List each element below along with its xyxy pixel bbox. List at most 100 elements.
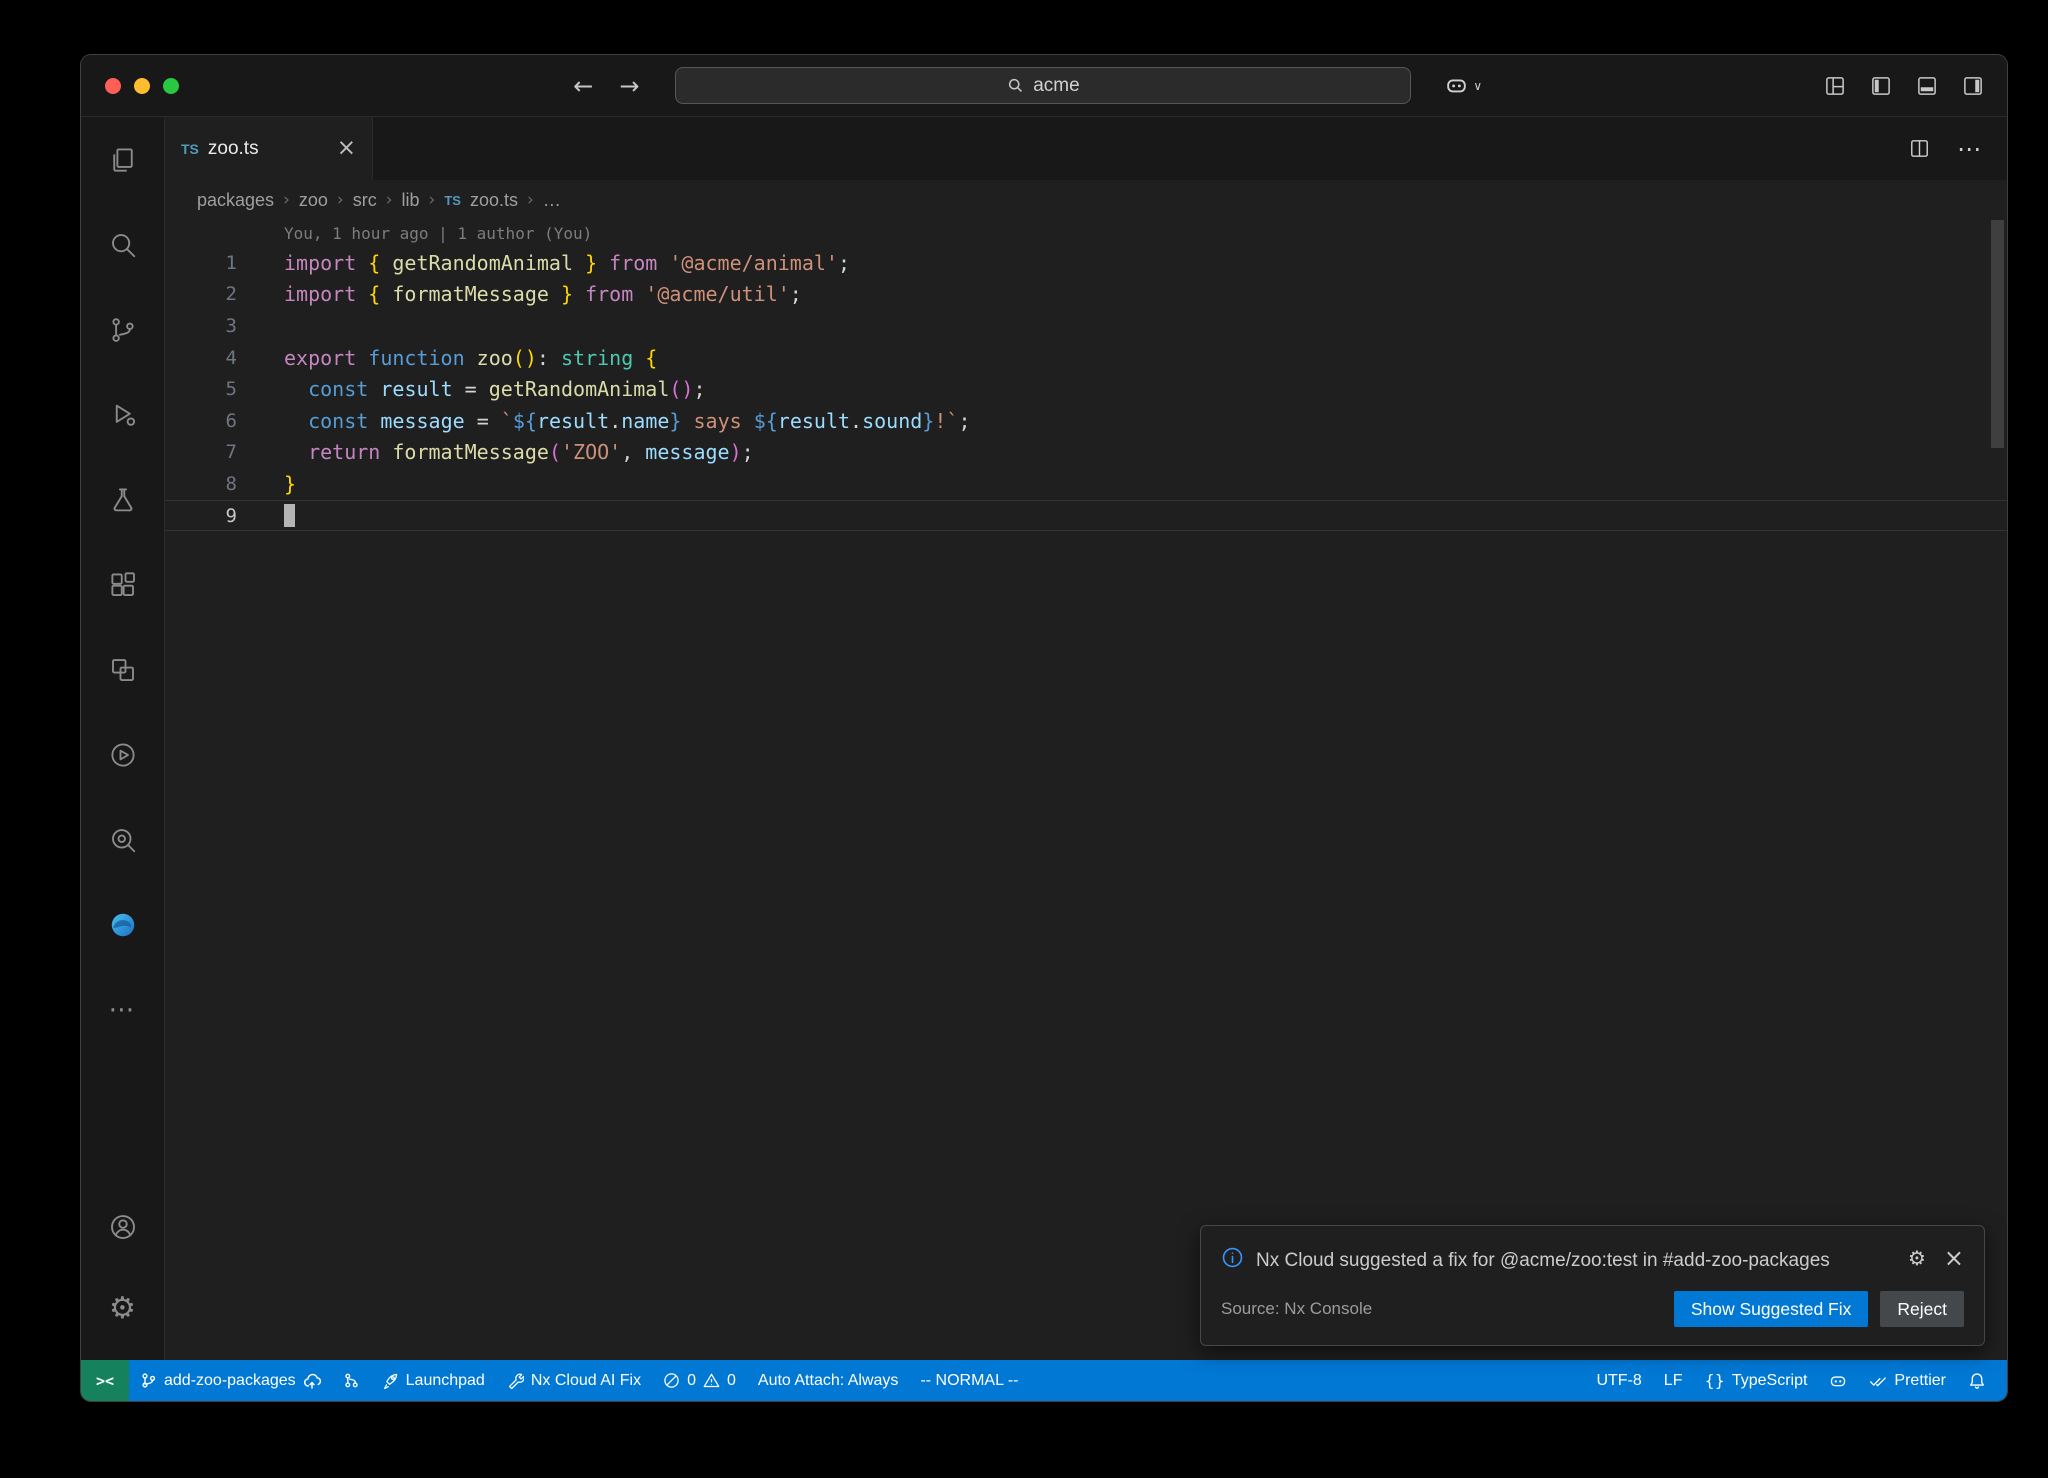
toggle-secondary-sidebar-icon[interactable] bbox=[1963, 76, 1983, 96]
code-line[interactable]: 6 const message = `${result.name} says $… bbox=[165, 405, 2007, 437]
activity-item-testing[interactable] bbox=[81, 457, 164, 542]
tab-label: zoo.ts bbox=[208, 138, 259, 160]
code-editor[interactable]: You, 1 hour ago | 1 author (You) 1import… bbox=[165, 220, 2007, 1360]
remote-icon: >< bbox=[96, 1372, 114, 1390]
tab-zoo-ts[interactable]: TS zoo.ts × bbox=[165, 117, 373, 180]
code-line[interactable]: 5 const result = getRandomAnimal(); bbox=[165, 373, 2007, 405]
source-control-icon bbox=[108, 315, 138, 345]
breadcrumb-item[interactable]: packages bbox=[197, 190, 274, 211]
nav-forward-icon[interactable]: → bbox=[619, 72, 639, 100]
remote-indicator[interactable]: >< bbox=[81, 1360, 129, 1401]
minimize-window-button[interactable] bbox=[134, 78, 150, 94]
chevron-right-icon: › bbox=[386, 190, 393, 210]
activity-item-search[interactable] bbox=[81, 202, 164, 287]
command-center-search[interactable]: acme bbox=[675, 67, 1411, 104]
breadcrumb-item[interactable]: src bbox=[353, 190, 377, 211]
rocket-icon bbox=[382, 1372, 399, 1389]
line-number: 2 bbox=[165, 283, 237, 305]
nx-cloud-ai-fix-label: Nx Cloud AI Fix bbox=[531, 1372, 641, 1390]
language-mode-indicator[interactable]: {} TypeScript bbox=[1693, 1360, 1818, 1401]
code-line[interactable]: 3 bbox=[165, 310, 2007, 342]
toggle-panel-icon[interactable] bbox=[1917, 76, 1937, 96]
code-line[interactable]: 1import { getRandomAnimal } from '@acme/… bbox=[165, 247, 2007, 279]
search-view-icon bbox=[108, 230, 138, 260]
line-number: 5 bbox=[165, 378, 237, 400]
close-tab-icon[interactable]: × bbox=[337, 137, 356, 160]
testing-beaker-icon bbox=[108, 485, 138, 515]
notification-close-icon[interactable]: × bbox=[1944, 1246, 1964, 1270]
nx-cloud-ai-fix-button[interactable]: Nx Cloud AI Fix bbox=[496, 1360, 652, 1401]
show-suggested-fix-button[interactable]: Show Suggested Fix bbox=[1674, 1291, 1869, 1327]
remote-explorer-icon bbox=[108, 655, 138, 685]
notifications-bell-button[interactable] bbox=[1957, 1360, 1997, 1401]
settings-button[interactable]: ⚙ bbox=[81, 1268, 164, 1350]
code-line[interactable]: 7 return formatMessage('ZOO', message); bbox=[165, 437, 2007, 469]
eol-indicator[interactable]: LF bbox=[1653, 1360, 1694, 1401]
code-lines: 1import { getRandomAnimal } from '@acme/… bbox=[165, 247, 2007, 531]
extensions-icon bbox=[108, 570, 138, 600]
account-button[interactable] bbox=[81, 1186, 164, 1268]
vim-mode-indicator[interactable]: -- NORMAL -- bbox=[909, 1360, 1029, 1401]
nav-back-icon[interactable]: ← bbox=[573, 72, 593, 100]
search-value: acme bbox=[1033, 75, 1079, 97]
encoding-indicator[interactable]: UTF-8 bbox=[1585, 1360, 1652, 1401]
customize-layout-icon[interactable] bbox=[1825, 76, 1845, 96]
problems-indicator[interactable]: 0 0 bbox=[652, 1360, 747, 1401]
vim-block-cursor bbox=[284, 504, 295, 527]
breadcrumb-item[interactable]: zoo bbox=[299, 190, 328, 211]
vscode-window: ← → acme ∨ bbox=[80, 54, 2008, 1402]
double-check-icon bbox=[1869, 1372, 1887, 1390]
activity-item-explorer[interactable] bbox=[81, 117, 164, 202]
zoom-window-button[interactable] bbox=[163, 78, 179, 94]
chevron-right-icon: › bbox=[283, 190, 290, 210]
edge-devtools-icon bbox=[108, 910, 138, 940]
activity-item-source-control[interactable] bbox=[81, 287, 164, 372]
copilot-menu-button[interactable]: ∨ bbox=[1445, 74, 1482, 97]
close-window-button[interactable] bbox=[105, 78, 121, 94]
split-editor-icon[interactable] bbox=[1910, 139, 1929, 158]
breadcrumb-item-symbol[interactable]: … bbox=[543, 190, 561, 211]
activity-item-extensions[interactable] bbox=[81, 542, 164, 627]
nx-console-icon bbox=[108, 740, 138, 770]
branch-indicator[interactable]: add-zoo-packages bbox=[129, 1360, 332, 1401]
editor-scrollbar[interactable] bbox=[1991, 220, 2004, 448]
bell-icon bbox=[1968, 1372, 1986, 1390]
search-icon bbox=[1007, 77, 1024, 94]
activity-item-additional-views[interactable]: ⋯ bbox=[81, 967, 164, 1052]
braces-icon: {} bbox=[1704, 1371, 1724, 1390]
activity-item-run-debug[interactable] bbox=[81, 372, 164, 457]
activity-item-nx-console[interactable] bbox=[81, 712, 164, 797]
line-number: 7 bbox=[165, 441, 237, 463]
branch-name: add-zoo-packages bbox=[164, 1372, 296, 1390]
git-graph-button[interactable] bbox=[332, 1360, 371, 1401]
code-line[interactable]: 8} bbox=[165, 468, 2007, 500]
gitlens-blame-annotation[interactable]: You, 1 hour ago | 1 author (You) bbox=[284, 220, 2007, 247]
explorer-icon bbox=[108, 145, 138, 175]
activity-item-code-search[interactable] bbox=[81, 797, 164, 882]
code-line[interactable]: 4export function zoo(): string { bbox=[165, 342, 2007, 374]
copilot-status-button[interactable] bbox=[1818, 1360, 1858, 1401]
notification-toast: Nx Cloud suggested a fix for @acme/zoo:t… bbox=[1200, 1225, 1985, 1346]
activity-item-remote-explorer[interactable] bbox=[81, 627, 164, 712]
info-icon bbox=[1221, 1246, 1244, 1269]
toggle-primary-sidebar-icon[interactable] bbox=[1871, 76, 1891, 96]
launchpad-button[interactable]: Launchpad bbox=[371, 1360, 496, 1401]
editor-more-actions-icon[interactable]: ⋯ bbox=[1957, 135, 1981, 163]
line-number: 8 bbox=[165, 473, 237, 495]
notification-settings-gear-icon[interactable]: ⚙ bbox=[1908, 1246, 1926, 1270]
breadcrumb-item[interactable]: lib bbox=[402, 190, 420, 211]
activity-item-edge-devtools[interactable] bbox=[81, 882, 164, 967]
chevron-down-icon: ∨ bbox=[1473, 79, 1482, 93]
code-line[interactable]: 2import { formatMessage } from '@acme/ut… bbox=[165, 279, 2007, 311]
account-icon bbox=[108, 1212, 138, 1242]
reject-button[interactable]: Reject bbox=[1880, 1291, 1964, 1327]
auto-attach-indicator[interactable]: Auto Attach: Always bbox=[747, 1360, 910, 1401]
code-line[interactable]: 9 bbox=[165, 500, 2007, 532]
activity-bar: ⋯ ⚙ bbox=[81, 117, 165, 1360]
prettier-indicator[interactable]: Prettier bbox=[1858, 1360, 1957, 1401]
traffic-lights bbox=[105, 78, 179, 94]
breadcrumb-item-file[interactable]: zoo.ts bbox=[470, 190, 518, 211]
cloud-upload-icon bbox=[303, 1372, 321, 1390]
typescript-file-icon: TS bbox=[181, 141, 199, 157]
chevron-right-icon: › bbox=[429, 190, 436, 210]
